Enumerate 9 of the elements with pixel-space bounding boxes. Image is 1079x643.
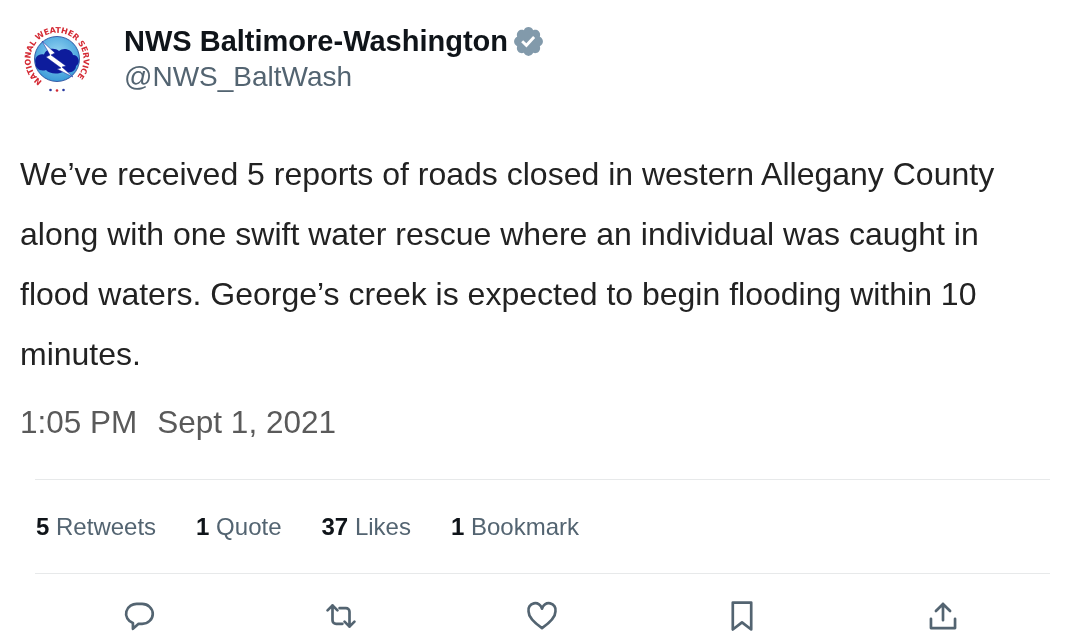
stat-link[interactable]: 37 Likes	[321, 512, 411, 542]
stat-link[interactable]: 1 Bookmark	[450, 512, 579, 542]
account-name[interactable]: NWS Baltimore-Washington	[124, 24, 508, 58]
stat-link[interactable]: 5 Retweets	[36, 512, 157, 542]
tweet-date[interactable]: Sept 1, 2021	[157, 402, 336, 442]
account-handle[interactable]: @NWS_BaltWash	[124, 60, 353, 94]
tweet-time[interactable]: 1:05 PM	[20, 402, 138, 442]
tweet-text: We’ve received 5 reports of roads closed in western Allegany County along with one swift water rescue where an individual was caught in flood waters. George’s creek is expected to begin flooding within 10 minutes.	[20, 155, 996, 374]
stat-link[interactable]: 1 Quote	[196, 512, 282, 542]
